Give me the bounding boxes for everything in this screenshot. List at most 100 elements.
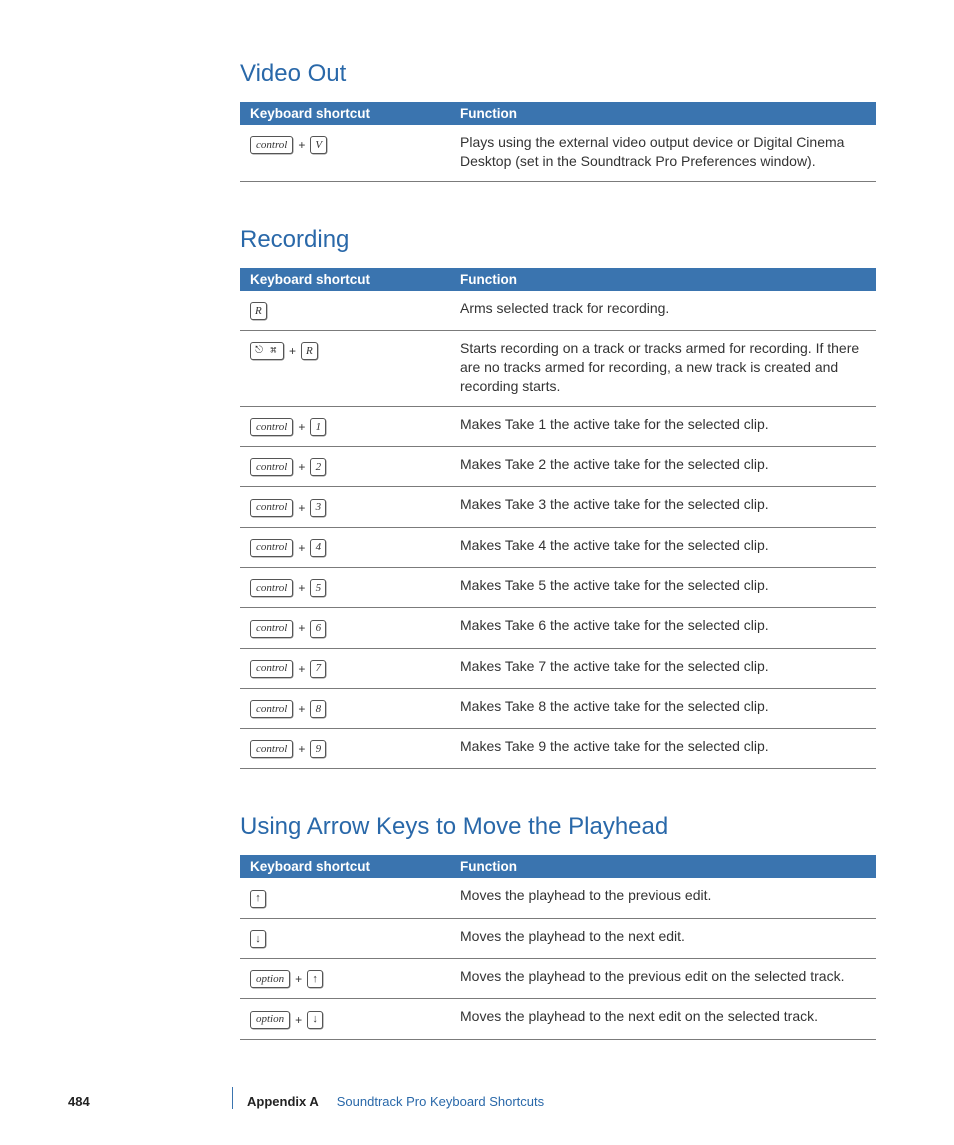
col-function: Function: [450, 268, 876, 291]
table-row: control+9Makes Take 9 the active take fo…: [240, 729, 876, 769]
key-option: option: [250, 1011, 290, 1029]
key-7: 7: [310, 660, 326, 678]
shortcut-cell: ⎋ ⌘ + R: [240, 331, 450, 407]
shortcut-cell: control+3: [240, 487, 450, 527]
plus-separator: +: [295, 1012, 302, 1028]
page-footer: 484 Appendix A Soundtrack Pro Keyboard S…: [68, 1087, 888, 1109]
plus-separator: +: [298, 580, 305, 596]
col-shortcut: Keyboard shortcut: [240, 102, 450, 125]
key-1: 1: [310, 418, 326, 436]
page-number: 484: [68, 1094, 224, 1109]
key-8: 8: [310, 700, 326, 718]
shortcut-cell: control +5: [240, 567, 450, 607]
table-row: option + ↓ Moves the playhead to the next e…: [240, 999, 876, 1039]
table-row: RArms selected track for recording.: [240, 291, 876, 331]
function-cell: Moves the playhead to the previous edit …: [450, 959, 876, 999]
key-4: 4: [310, 539, 326, 557]
shortcut-cell: option + ↓: [240, 999, 450, 1039]
shortcut-cell: control +2: [240, 447, 450, 487]
key-r: R: [250, 302, 267, 320]
section-title: Video Out: [240, 60, 888, 88]
shortcut-cell: control+8: [240, 688, 450, 728]
arrow-up-icon: ↑: [250, 890, 266, 908]
key-option: option: [250, 970, 290, 988]
key-control: control: [250, 458, 293, 476]
shortcut-cell: ↓: [240, 918, 450, 958]
col-function: Function: [450, 102, 876, 125]
shortcut-table: Keyboard shortcutFunctioncontrol+VPlays …: [240, 102, 876, 182]
key-control: control: [250, 700, 293, 718]
plus-separator: +: [298, 741, 305, 757]
function-cell: Moves the playhead to the next edit.: [450, 918, 876, 958]
function-cell: Makes Take 8 the active take for the sel…: [450, 688, 876, 728]
table-row: control+3Makes Take 3 the active take fo…: [240, 487, 876, 527]
section-title: Using Arrow Keys to Move the Playhead: [240, 813, 888, 841]
function-cell: Makes Take 5 the active take for the sel…: [450, 567, 876, 607]
plus-separator: +: [298, 540, 305, 556]
arrow-up-icon: ↑: [307, 970, 323, 988]
arrow-down-icon: ↓: [307, 1011, 323, 1029]
shortcut-cell: control+1: [240, 406, 450, 446]
section-title: Recording: [240, 226, 888, 254]
shortcut-cell: control +9: [240, 729, 450, 769]
table-row: control +2 Makes Take 2 the active take fo…: [240, 447, 876, 487]
section: Using Arrow Keys to Move the Playhead Key…: [240, 813, 888, 1039]
plus-separator: +: [295, 971, 302, 987]
table-row: control+VPlays using the external video …: [240, 125, 876, 181]
shortcut-cell: option + ↑: [240, 959, 450, 999]
table-row: control+6Makes Take 6 the active take fo…: [240, 608, 876, 648]
function-cell: Makes Take 2 the active take for the sel…: [450, 447, 876, 487]
col-shortcut: Keyboard shortcut: [240, 855, 450, 878]
table-row: control +4 Makes Take 4 the active take fo…: [240, 527, 876, 567]
table-row: control +5 Makes Take 5 the active take fo…: [240, 567, 876, 607]
plus-separator: +: [298, 419, 305, 435]
plus-separator: +: [289, 343, 296, 359]
key-control: control: [250, 660, 293, 678]
plus-separator: +: [298, 459, 305, 475]
function-cell: Starts recording on a track or tracks ar…: [450, 331, 876, 407]
key-control: control: [250, 740, 293, 758]
key-r: R: [301, 342, 318, 360]
key-3: 3: [310, 499, 326, 517]
table-row: ↑ Moves the playhead to the previous edit…: [240, 878, 876, 918]
function-cell: Moves the playhead to the previous edit.: [450, 878, 876, 918]
key-9: 9: [310, 740, 326, 758]
col-shortcut: Keyboard shortcut: [240, 268, 450, 291]
page-content: Video OutKeyboard shortcutFunctioncontro…: [0, 0, 954, 1040]
function-cell: Makes Take 3 the active take for the sel…: [450, 487, 876, 527]
shortcut-cell: control+6: [240, 608, 450, 648]
key-control: control: [250, 539, 293, 557]
function-cell: Makes Take 4 the active take for the sel…: [450, 527, 876, 567]
key-2: 2: [310, 458, 326, 476]
arrow-down-icon: ↓: [250, 930, 266, 948]
plus-separator: +: [298, 661, 305, 677]
key-6: 6: [310, 620, 326, 638]
function-cell: Moves the playhead to the next edit on t…: [450, 999, 876, 1039]
table-row: ⎋ ⌘ + R Starts recording on a track or trac…: [240, 331, 876, 407]
table-row: control+8Makes Take 8 the active take fo…: [240, 688, 876, 728]
function-cell: Makes Take 6 the active take for the sel…: [450, 608, 876, 648]
function-cell: Plays using the external video output de…: [450, 125, 876, 181]
key-control: control: [250, 499, 293, 517]
section: Recording Keyboard shortcutFunctionRArms …: [240, 226, 888, 770]
key-5: 5: [310, 579, 326, 597]
key-command: ⎋ ⌘: [250, 342, 284, 360]
table-row: ↓ Moves the playhead to the next edit.: [240, 918, 876, 958]
col-function: Function: [450, 855, 876, 878]
function-cell: Makes Take 7 the active take for the sel…: [450, 648, 876, 688]
plus-separator: +: [298, 620, 305, 636]
table-row: control +7 Makes Take 7 the active take fo…: [240, 648, 876, 688]
appendix-label: Appendix A: [247, 1094, 319, 1109]
footer-divider: [232, 1087, 233, 1109]
shortcut-cell: control +4: [240, 527, 450, 567]
shortcut-cell: ↑: [240, 878, 450, 918]
shortcut-cell: control +7: [240, 648, 450, 688]
table-row: option + ↑ Moves the playhead to the previo…: [240, 959, 876, 999]
function-cell: Makes Take 1 the active take for the sel…: [450, 406, 876, 446]
plus-separator: +: [298, 137, 305, 153]
shortcut-cell: R: [240, 291, 450, 331]
appendix-title: Soundtrack Pro Keyboard Shortcuts: [337, 1094, 544, 1109]
shortcut-table: Keyboard shortcutFunction ↑ Moves the play…: [240, 855, 876, 1039]
key-control: control: [250, 579, 293, 597]
key-v: V: [310, 136, 327, 154]
